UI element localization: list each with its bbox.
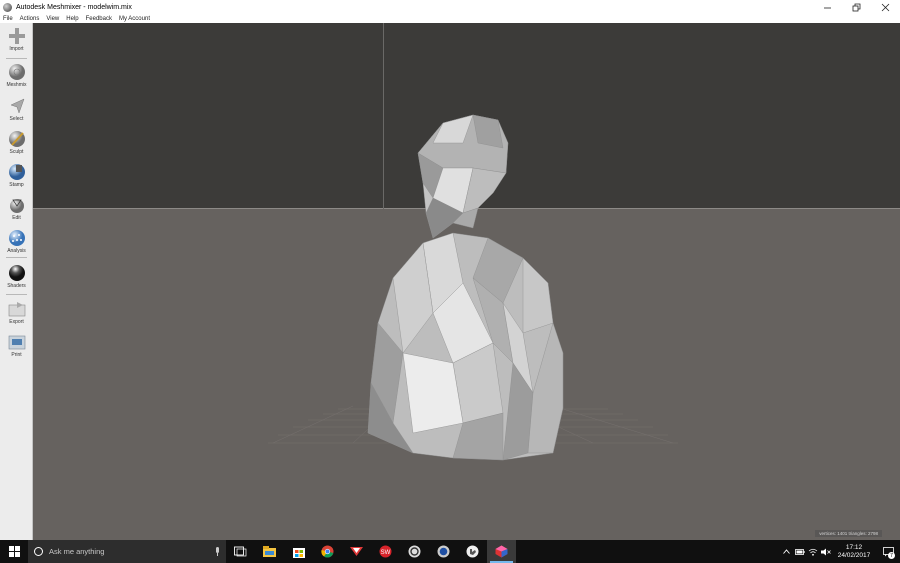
stamp-icon xyxy=(8,163,26,181)
tool-meshmix-label: Meshmix xyxy=(6,82,27,88)
mesh-model[interactable] xyxy=(33,23,900,540)
toolbar-divider xyxy=(6,58,27,59)
window-controls xyxy=(813,0,900,14)
meshmixer-icon xyxy=(495,545,508,558)
chrome-button[interactable] xyxy=(313,540,342,563)
title-bar: Autodesk Meshmixer - modelwim.mix xyxy=(0,0,900,14)
volume-button[interactable] xyxy=(819,540,832,563)
tool-analysis[interactable]: Analysis xyxy=(0,229,33,254)
tool-sidebar: Import Meshmix Select Sculpt Stamp Edit xyxy=(0,23,33,540)
battery-button[interactable] xyxy=(793,540,806,563)
windows-taskbar: Ask me anything SW 17:12 24/02/2017 7 xyxy=(0,540,900,563)
chrome-icon xyxy=(321,545,334,558)
battery-icon xyxy=(794,548,805,555)
tool-shaders-label: Shaders xyxy=(7,283,26,289)
action-center-button[interactable]: 7 xyxy=(876,540,900,563)
show-hidden-icons-button[interactable] xyxy=(780,540,793,563)
analysis-sphere-icon xyxy=(8,229,26,247)
mesh-stats: vertices: 1401 triangles: 2798 xyxy=(815,530,882,537)
app-hand-icon xyxy=(466,545,479,558)
tool-stamp[interactable]: Stamp xyxy=(0,163,33,188)
tool-import[interactable]: Import xyxy=(0,27,33,52)
menu-view[interactable]: View xyxy=(46,16,59,22)
meshmixer-taskbar-button[interactable] xyxy=(487,540,516,563)
taskbar-clock[interactable]: 17:12 24/02/2017 xyxy=(832,540,876,563)
chevron-up-icon xyxy=(783,549,790,554)
app-blue-circle-button[interactable] xyxy=(429,540,458,563)
solidworks-icon: SW xyxy=(379,545,392,558)
restore-button[interactable] xyxy=(842,0,871,14)
store-icon xyxy=(292,547,305,558)
3d-viewport[interactable]: vertices: 1401 triangles: 2798 xyxy=(33,23,900,540)
menu-help[interactable]: Help xyxy=(66,16,78,22)
tool-select-label: Select xyxy=(9,116,24,122)
tool-sculpt[interactable]: Sculpt xyxy=(0,130,33,155)
tool-shaders[interactable]: Shaders xyxy=(0,264,33,289)
vivaldi-icon xyxy=(350,547,363,556)
toolbar-divider xyxy=(6,294,27,295)
cortana-circle-icon xyxy=(34,547,43,556)
clock-date: 24/02/2017 xyxy=(837,551,871,559)
meshmix-sphere-icon xyxy=(8,63,26,81)
tool-export-label: Export xyxy=(9,319,24,325)
tool-edit-label: Edit xyxy=(12,215,21,221)
microphone-icon[interactable] xyxy=(215,547,220,556)
meshmixer-app-icon xyxy=(3,2,12,12)
tool-meshmix[interactable]: Meshmix xyxy=(0,63,33,88)
minimize-icon xyxy=(824,7,831,8)
edit-icon xyxy=(8,196,26,214)
app-c-icon xyxy=(408,545,421,558)
search-placeholder: Ask me anything xyxy=(49,547,105,556)
toolbar-divider xyxy=(6,257,27,258)
app-hand-button[interactable] xyxy=(458,540,487,563)
system-tray: 17:12 24/02/2017 7 xyxy=(780,540,900,563)
app-c-button[interactable] xyxy=(400,540,429,563)
windows-logo-icon xyxy=(8,546,20,557)
tool-import-label: Import xyxy=(9,46,24,52)
select-arrow-icon xyxy=(8,97,26,115)
tool-select[interactable]: Select xyxy=(0,97,33,122)
tool-print-label: Print xyxy=(11,352,22,358)
tool-edit[interactable]: Edit xyxy=(0,196,33,221)
menu-my-account[interactable]: My Account xyxy=(119,16,150,22)
solidworks-button[interactable]: SW xyxy=(371,540,400,563)
wifi-button[interactable] xyxy=(806,540,819,563)
menu-feedback[interactable]: Feedback xyxy=(86,16,112,22)
mesh-head xyxy=(417,114,509,239)
task-view-icon xyxy=(234,546,247,557)
cortana-search-box[interactable]: Ask me anything xyxy=(28,540,226,563)
close-button[interactable] xyxy=(871,0,900,14)
menu-file[interactable]: File xyxy=(3,16,13,22)
file-explorer-button[interactable] xyxy=(255,540,284,563)
print-icon xyxy=(8,333,26,351)
volume-muted-icon xyxy=(820,548,831,555)
file-explorer-icon xyxy=(263,546,276,557)
notification-count-badge: 7 xyxy=(888,552,895,559)
tool-export[interactable]: Export xyxy=(0,300,33,325)
app-blue-circle-icon xyxy=(437,545,450,558)
restore-icon xyxy=(852,3,861,11)
close-icon xyxy=(881,3,890,11)
sculpt-brush-icon xyxy=(8,130,26,148)
tool-stamp-label: Stamp xyxy=(9,182,24,188)
menu-actions[interactable]: Actions xyxy=(20,16,40,22)
clock-time: 17:12 xyxy=(845,543,863,551)
tool-print[interactable]: Print xyxy=(0,333,33,358)
shaders-sphere-icon xyxy=(8,264,26,282)
wifi-icon xyxy=(808,548,817,556)
window-title: Autodesk Meshmixer - modelwim.mix xyxy=(16,3,132,11)
mesh-torso xyxy=(367,232,564,461)
start-button[interactable] xyxy=(0,540,28,563)
menu-bar: File Actions View Help Feedback My Accou… xyxy=(0,14,900,23)
vivaldi-button[interactable] xyxy=(342,540,371,563)
task-view-button[interactable] xyxy=(226,540,255,563)
tool-sculpt-label: Sculpt xyxy=(9,149,24,155)
tool-analysis-label: Analysis xyxy=(7,248,26,254)
svg-text:SW: SW xyxy=(381,550,391,556)
import-plus-icon xyxy=(8,27,26,45)
export-folder-icon xyxy=(8,300,26,318)
minimize-button[interactable] xyxy=(813,0,842,14)
store-button[interactable] xyxy=(284,540,313,563)
